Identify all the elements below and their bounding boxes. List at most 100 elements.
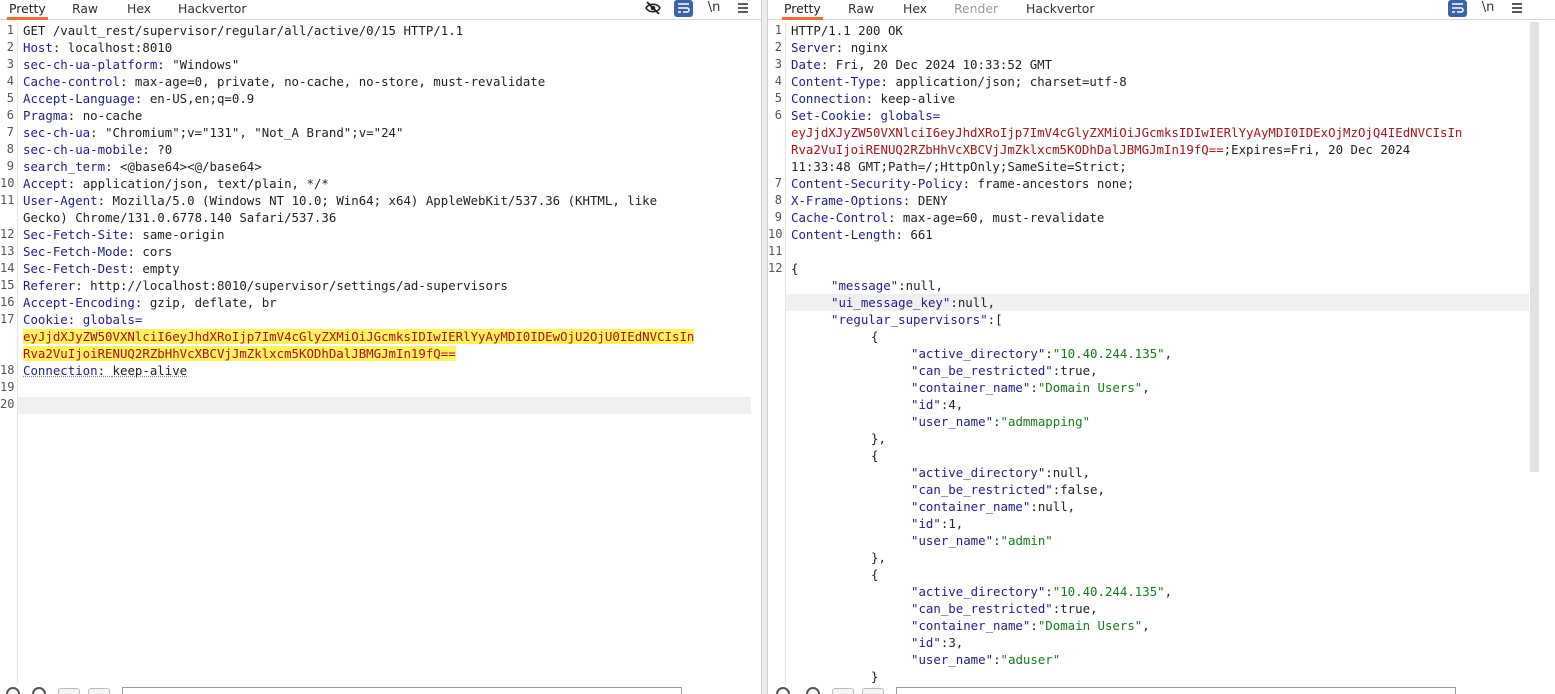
response-tab-hackvertor[interactable]: Hackvertor <box>1024 0 1096 20</box>
line-content: "id":4, <box>911 396 1545 413</box>
json-value: null <box>957 295 988 310</box>
line-number: 6 <box>6 108 14 122</box>
line-content: "message":null, <box>831 277 1545 294</box>
json-comma: , <box>987 295 996 310</box>
request-tab-pretty[interactable]: Pretty <box>7 0 48 20</box>
line-number: 7 <box>6 125 14 139</box>
previous-match-button[interactable] <box>832 688 854 694</box>
search-input[interactable] <box>122 687 682 694</box>
word-wrap-icon[interactable] <box>1448 0 1467 17</box>
response-line: eyJjdXJyZW50VXNlciI6eyJhdXRoIjp7ImV4cGly… <box>768 124 1555 141</box>
response-tab-pretty[interactable]: Pretty <box>782 0 823 20</box>
settings-gear-icon[interactable] <box>806 687 820 694</box>
line-number: 7 <box>774 176 782 190</box>
word-wrap-icon[interactable] <box>674 0 693 17</box>
response-tab-render[interactable]: Render <box>952 0 1000 20</box>
json-punctuation: }, <box>871 550 886 565</box>
request-line: 9 search_term: <@base64><@/base64> <box>0 158 761 175</box>
json-punctuation: { <box>871 448 879 463</box>
line-number: 12 <box>0 227 15 241</box>
header-colon: : <box>127 261 143 276</box>
line-number: 17 <box>0 312 15 326</box>
response-editor[interactable]: 1 HTTP/1.1 200 OK 2 Server: nginx 3 Date: Fri… <box>768 22 1555 684</box>
line-content: Connection: keep-alive <box>23 362 751 379</box>
line-content: "regular_supervisors":[ <box>831 311 1545 328</box>
previous-match-button[interactable] <box>58 688 80 694</box>
next-match-button[interactable] <box>88 688 110 694</box>
header-name: Referer <box>23 278 76 293</box>
json-comma: , <box>1142 380 1150 395</box>
search-input[interactable] <box>896 687 1456 694</box>
header-colon: : <box>127 244 143 259</box>
json-line: "user_name":"admin" <box>768 532 1555 549</box>
header-name: Content-Security-Policy <box>791 176 963 191</box>
hamburger-icon[interactable] <box>736 0 750 17</box>
header-colon: : <box>52 40 68 55</box>
help-icon[interactable] <box>6 687 20 694</box>
json-punctuation: } <box>871 669 879 684</box>
vertical-scrollbar[interactable] <box>1530 22 1539 472</box>
settings-gear-icon[interactable] <box>32 687 46 694</box>
response-line: 1 HTTP/1.1 200 OK <box>768 22 1555 39</box>
header-value: globals= <box>82 312 143 327</box>
request-line: 6 Pragma: no-cache <box>0 107 761 124</box>
header-name: sec-ch-ua-platform <box>23 57 158 72</box>
response-line: 12 { <box>768 260 1555 277</box>
header-colon: : <box>97 363 113 378</box>
line-text: HTTP/1.1 200 OK <box>791 23 903 38</box>
request-line: 16 Accept-Encoding: gzip, deflate, br <box>0 294 761 311</box>
json-colon: : <box>993 414 1001 429</box>
header-value: "Chromium";v="131", "Not_A Brand";v="24" <box>105 125 404 140</box>
header-colon: : <box>835 40 851 55</box>
request-tab-hackvertor[interactable]: Hackvertor <box>176 0 248 20</box>
json-value: "aduser" <box>1000 652 1061 667</box>
newline-toggle[interactable]: \n <box>706 0 722 17</box>
line-number: 2 <box>6 40 14 54</box>
next-match-button[interactable] <box>862 688 884 694</box>
json-line: }, <box>768 549 1555 566</box>
response-tab-raw[interactable]: Raw <box>846 0 876 20</box>
line-content: } <box>871 668 1545 685</box>
json-value: "10.40.244.135" <box>1052 584 1165 599</box>
json-comma: , <box>955 516 964 531</box>
line-content: Rva2VuIjoiRENUQ2RZbHhVcXBCVjJmZklxcm5KOD… <box>791 141 1545 158</box>
hamburger-icon[interactable] <box>1510 0 1524 17</box>
line-content: eyJjdXJyZW50VXNlciI6eyJhdXRoIjp7ImV4cGly… <box>23 328 751 345</box>
line-number: 20 <box>0 397 15 411</box>
request-editor[interactable]: 1 GET /vault_rest/supervisor/regular/all/… <box>0 22 761 684</box>
json-punctuation: { <box>871 567 879 582</box>
header-colon: : <box>895 227 911 242</box>
json-key: "id" <box>911 635 941 650</box>
header-colon: : <box>75 278 91 293</box>
line-number: 10 <box>768 227 783 241</box>
response-line: 3 Date: Fri, 20 Dec 2024 10:33:52 GMT <box>768 56 1555 73</box>
json-comma: , <box>1090 363 1098 378</box>
line-content: }, <box>871 430 1545 447</box>
help-icon[interactable] <box>776 687 790 694</box>
json-line: "ui_message_key":null, <box>768 294 1555 311</box>
json-colon: : <box>898 278 906 293</box>
response-line: 10 Content-Length: 661 <box>768 226 1555 243</box>
header-name: Accept <box>23 176 68 191</box>
json-colon: : <box>993 652 1001 667</box>
header-colon: : <box>880 74 896 89</box>
header-colon: : <box>134 91 150 106</box>
json-comma: , <box>1164 346 1173 361</box>
request-tab-raw[interactable]: Raw <box>70 0 100 20</box>
line-number: 4 <box>6 74 14 88</box>
line-content: Sec-Fetch-Mode: cors <box>23 243 751 260</box>
line-content: Pragma: no-cache <box>23 107 751 124</box>
line-content: Gecko) Chrome/131.0.6778.140 Safari/537.… <box>23 209 751 226</box>
newline-toggle[interactable]: \n <box>1480 0 1496 17</box>
header-name: Set-Cookie <box>791 108 866 123</box>
json-key: "id" <box>911 397 941 412</box>
eye-slash-icon[interactable] <box>644 0 662 17</box>
header-value: localhost:8010 <box>67 40 173 55</box>
request-tab-hex[interactable]: Hex <box>125 0 153 20</box>
json-line: "active_directory":"10.40.244.135", <box>768 345 1555 362</box>
response-tab-hex[interactable]: Hex <box>901 0 929 20</box>
json-value: "Domain Users" <box>1037 618 1143 633</box>
request-line: Gecko) Chrome/131.0.6778.140 Safari/537.… <box>0 209 761 226</box>
json-line: "can_be_restricted":false, <box>768 481 1555 498</box>
header-value: empty <box>142 261 180 276</box>
